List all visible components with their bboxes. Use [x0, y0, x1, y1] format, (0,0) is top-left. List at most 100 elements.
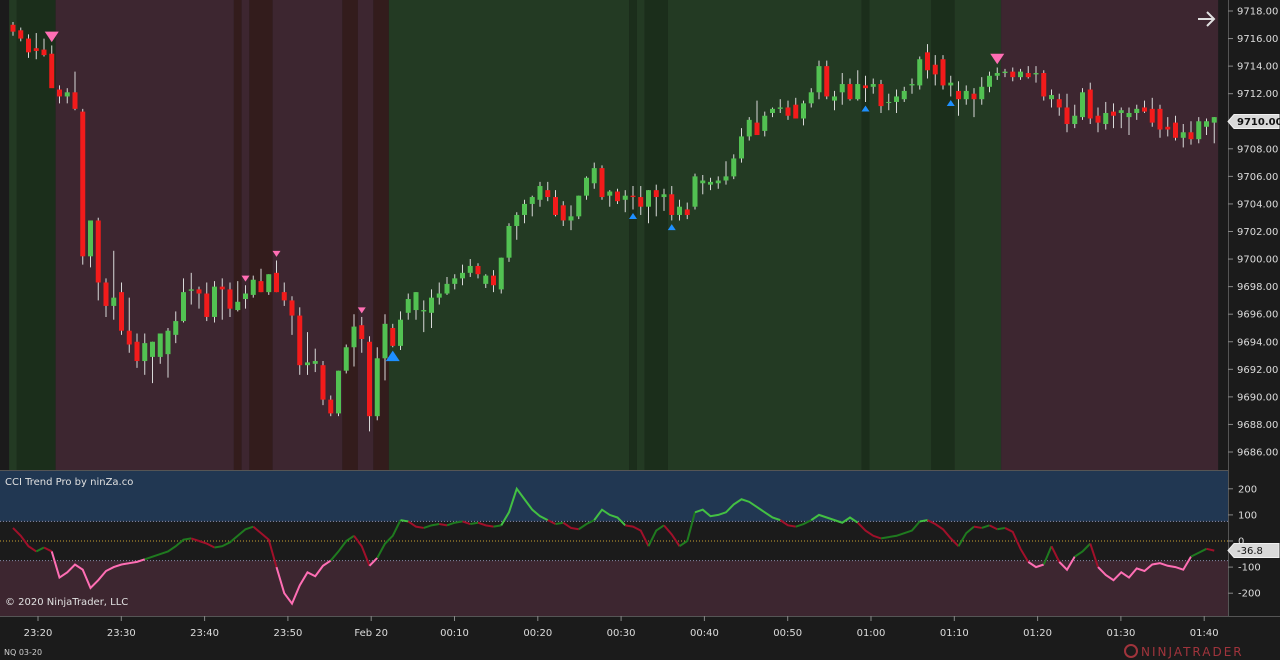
candle — [506, 223, 512, 262]
candle-body — [274, 272, 279, 293]
candle-body — [219, 286, 225, 290]
candle-body — [181, 292, 186, 322]
candle-body — [886, 101, 892, 103]
price-tag: 9710.00 — [1227, 114, 1280, 129]
candle-body — [638, 197, 644, 207]
candle — [1080, 88, 1085, 120]
candle-body — [498, 257, 504, 290]
candle-body — [1018, 71, 1023, 78]
indicator-panel[interactable]: CCI Trend Pro by ninZa.co © 2020 NinjaTr… — [0, 470, 1228, 616]
last-price-label: 9710.00 — [1237, 117, 1280, 128]
price-tick-label: 9696.00 — [1237, 310, 1278, 321]
candle-body — [1080, 92, 1085, 118]
candle-body — [1126, 112, 1132, 118]
candle-body — [661, 194, 667, 198]
candle-body — [669, 194, 675, 215]
price-tick-label: 9706.00 — [1237, 172, 1278, 183]
time-tick-label: 23:50 — [273, 628, 302, 639]
trend-zone — [9, 0, 17, 470]
candle-body — [994, 73, 1000, 76]
candle-body — [979, 86, 985, 100]
candle-body — [646, 190, 651, 207]
trend-zone — [1001, 0, 1219, 470]
trend-zone — [954, 0, 1002, 470]
candle-body — [444, 283, 450, 294]
candle-body — [537, 186, 543, 200]
cci-line-segment — [973, 525, 982, 529]
candle-body — [568, 216, 574, 221]
trend-zone — [861, 0, 870, 470]
candle-body — [615, 191, 620, 202]
indicator-tick-label: -100 — [1238, 563, 1261, 574]
candle-body — [1134, 108, 1140, 113]
candle-body — [870, 84, 876, 87]
trading-chart: CCI Trend Pro by ninZa.co © 2020 NinjaTr… — [0, 0, 1280, 660]
candle — [343, 344, 349, 374]
indicator-value-tag: -36.8 — [1227, 543, 1280, 558]
time-tick-label: 23:30 — [107, 628, 136, 639]
candle-body — [1211, 117, 1217, 123]
candle-body — [64, 92, 70, 97]
candle-body — [196, 289, 202, 294]
candle-body — [909, 84, 915, 86]
trend-zone — [629, 0, 637, 470]
candle-body — [599, 168, 605, 198]
candle-body — [188, 289, 194, 291]
candle — [824, 60, 830, 100]
indicator-title: CCI Trend Pro by ninZa.co — [5, 477, 133, 488]
candle-body — [560, 205, 566, 221]
time-tick-label: 23:20 — [24, 628, 53, 639]
candle — [336, 370, 341, 417]
price-tick-label: 9690.00 — [1237, 392, 1278, 403]
candle-body — [328, 399, 334, 414]
candle-body — [653, 190, 659, 198]
candle-body — [824, 66, 830, 97]
candle-body — [312, 361, 318, 364]
candle-body — [630, 195, 636, 198]
candle-body — [26, 38, 31, 53]
trend-zone — [272, 0, 343, 470]
candle-body — [250, 279, 256, 295]
cci-line-segment — [400, 519, 409, 523]
cci-line-segment — [439, 523, 448, 527]
trend-zone — [342, 0, 358, 470]
candle-body — [491, 275, 496, 286]
candle-body — [204, 293, 210, 317]
trend-zone — [667, 0, 862, 470]
trend-zone — [636, 0, 645, 470]
cci-line-segment — [919, 519, 928, 523]
candle-body — [684, 209, 690, 215]
candle-body — [343, 347, 349, 371]
candle-body — [863, 85, 868, 89]
candle-body — [165, 330, 171, 355]
candle-body — [18, 30, 24, 39]
candle-body — [514, 214, 520, 226]
candle — [599, 165, 605, 200]
candle — [1041, 70, 1047, 101]
candle-body — [963, 90, 969, 100]
candle-body — [157, 333, 163, 357]
candle-body — [1056, 99, 1062, 108]
candle-body — [1180, 132, 1186, 138]
copyright: © 2020 NinjaTrader, LLC — [5, 597, 128, 608]
candle-body — [1072, 115, 1078, 125]
candle-body — [1157, 108, 1163, 130]
trend-zone — [249, 0, 273, 470]
candle-body — [715, 180, 721, 184]
candle-body — [142, 343, 148, 362]
candle-body — [436, 293, 442, 298]
candle-body — [390, 327, 396, 346]
candle-body — [677, 206, 682, 215]
price-tick-label: 9714.00 — [1237, 62, 1278, 73]
candle-body — [692, 176, 698, 207]
price-tick-label: 9718.00 — [1237, 7, 1278, 18]
candle-body — [801, 103, 806, 119]
candle-body — [336, 370, 341, 414]
candle-body — [607, 191, 613, 196]
candle — [266, 274, 272, 295]
candle-body — [777, 107, 783, 109]
candle-body — [405, 299, 411, 313]
candle-body — [1025, 73, 1031, 78]
price-tick-label: 9698.00 — [1237, 282, 1278, 293]
price-tick-label: 9702.00 — [1237, 227, 1278, 238]
